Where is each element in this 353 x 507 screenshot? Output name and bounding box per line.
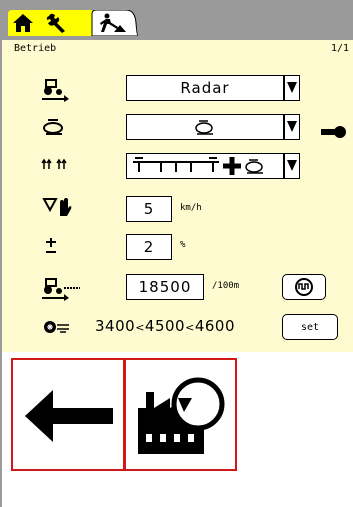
set-button[interactable]: set bbox=[282, 314, 338, 340]
pto-min: 3400 bbox=[95, 317, 136, 335]
speed-source-field[interactable]: Radar bbox=[126, 75, 284, 101]
page-indicator: 1/1 bbox=[330, 43, 349, 54]
arrow-left-icon bbox=[25, 390, 113, 442]
pto-current: 4500 bbox=[144, 317, 186, 335]
pto-max: 4600 bbox=[194, 317, 235, 335]
spreader-disc-field[interactable] bbox=[126, 114, 284, 140]
boom-icon bbox=[133, 157, 219, 172]
factory-reset-icon bbox=[138, 377, 225, 454]
speed-source-dropdown[interactable] bbox=[284, 75, 300, 101]
chevron-down-icon bbox=[287, 121, 297, 132]
separator: < bbox=[135, 321, 145, 334]
percent-unit: % bbox=[180, 240, 186, 250]
boom-sections-icon bbox=[41, 158, 67, 169]
worker-icon[interactable] bbox=[98, 13, 128, 33]
spreader-disc-dropdown[interactable] bbox=[284, 114, 300, 140]
home-icon[interactable] bbox=[12, 13, 34, 33]
spreader-disc-icon bbox=[245, 159, 263, 174]
pulses-unit: /100m bbox=[212, 281, 240, 291]
key-switch-icon bbox=[321, 126, 346, 138]
chevron-down-icon bbox=[287, 82, 297, 93]
calibrate-icon bbox=[295, 278, 313, 296]
quantity-step-input[interactable]: 2 bbox=[126, 234, 172, 260]
pulses-input[interactable]: 18500 bbox=[126, 274, 204, 300]
spreader-disc-icon bbox=[195, 120, 213, 135]
pto-icon bbox=[44, 321, 69, 333]
hand-speed-icon bbox=[42, 198, 72, 216]
boom-field[interactable] bbox=[126, 153, 284, 179]
softkey-factory-reset[interactable] bbox=[124, 358, 237, 471]
plus-minus-icon bbox=[46, 238, 56, 253]
tab-strip bbox=[8, 10, 138, 36]
pto-range: 3400<4500<4600 bbox=[95, 317, 235, 335]
softkey-back[interactable] bbox=[11, 358, 125, 471]
tractor-speed-icon bbox=[42, 79, 69, 102]
boom-dropdown[interactable] bbox=[284, 153, 300, 179]
plus-icon bbox=[223, 157, 241, 175]
page-title: Betrieb bbox=[14, 43, 57, 54]
speed-unit: km/h bbox=[180, 203, 202, 213]
separator: < bbox=[185, 321, 195, 334]
wrench-icon[interactable] bbox=[45, 12, 69, 34]
calibrate-button[interactable] bbox=[282, 274, 326, 300]
spreader-disc-icon bbox=[43, 119, 63, 135]
chevron-down-icon bbox=[287, 160, 297, 171]
simulated-speed-input[interactable]: 5 bbox=[126, 196, 172, 222]
tractor-pulse-icon bbox=[42, 278, 80, 301]
